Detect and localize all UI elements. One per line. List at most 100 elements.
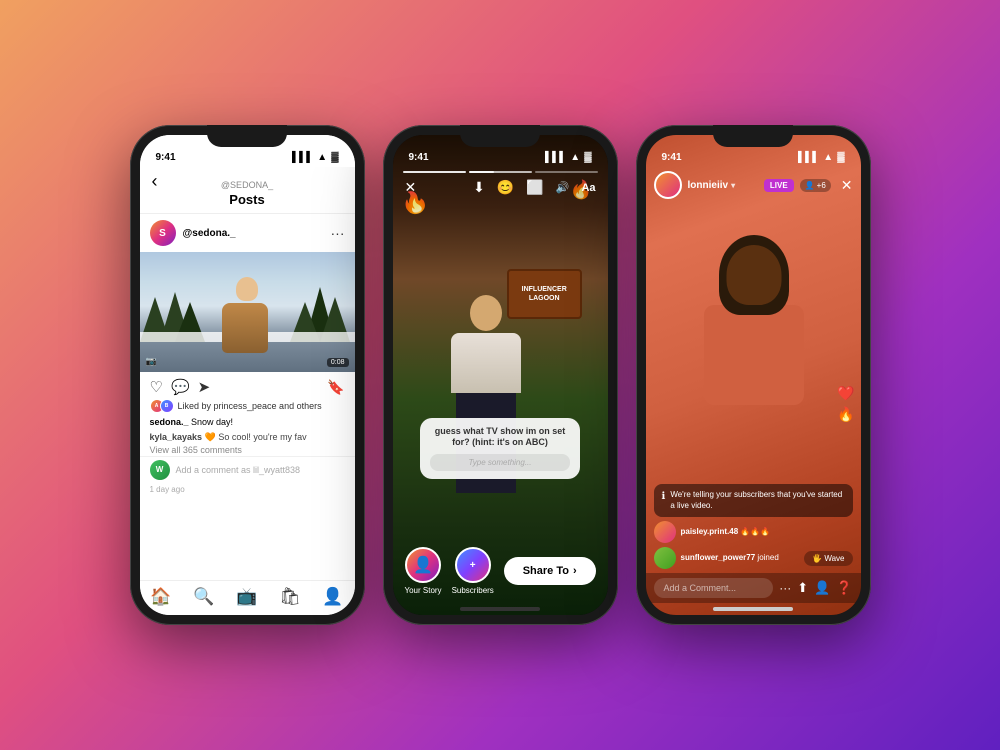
commenter-1-content: paisley.print.48 🔥🔥🔥	[681, 527, 771, 537]
status-icons-3: ▌▌▌ ▲ ▓	[798, 152, 844, 163]
nav-reels[interactable]: 📺	[236, 587, 257, 607]
commenter-1-username: paisley.print.48	[681, 527, 739, 536]
page-title: Posts	[229, 192, 264, 207]
live-comment-1: paisley.print.48 🔥🔥🔥	[654, 521, 853, 543]
live-add-user-icon[interactable]: 👤	[814, 580, 830, 596]
live-video-area: ❤️ 🔥	[646, 203, 861, 484]
story-sound-icon[interactable]: 🔊	[556, 181, 570, 194]
question-input[interactable]: Type something...	[430, 454, 570, 471]
status-icons-1: ▌▌▌ ▲ ▓	[292, 152, 338, 163]
live-help-icon[interactable]: ❓	[836, 580, 852, 596]
story-close-button[interactable]: ✕	[405, 179, 417, 196]
share-button[interactable]: ➤	[198, 378, 211, 396]
live-close-button[interactable]: ✕	[841, 177, 853, 194]
like-button[interactable]: ♡	[150, 378, 163, 396]
question-sticker[interactable]: guess what TV show im on set for? (hint:…	[420, 418, 580, 479]
wave-button[interactable]: 🖐 Wave	[804, 551, 852, 566]
notch-2	[460, 125, 540, 147]
mini-avatar-2: B	[160, 399, 174, 413]
comment-button[interactable]: 💬	[171, 378, 190, 396]
add-comment-input[interactable]: Add a comment as lil_wyatt838	[176, 465, 345, 475]
likes-row: A B Liked by princess_peace and others	[150, 399, 345, 413]
live-comment-input[interactable]: Add a Comment...	[654, 578, 774, 598]
commenter-2-action: joined	[757, 553, 778, 562]
commenter-1-emoji: 🧡	[205, 432, 216, 442]
live-share-icon[interactable]: ⬆	[797, 580, 808, 596]
post-image: 0:08 📷	[140, 252, 355, 372]
live-more-options[interactable]: ···	[779, 581, 791, 595]
share-to-button[interactable]: Share To ›	[504, 557, 596, 585]
commenter-1-avatar	[654, 521, 676, 543]
post-likes: A B Liked by princess_peace and others	[140, 399, 355, 415]
story-sticker-icon[interactable]: ⬜	[526, 179, 543, 196]
view-all-comments[interactable]: View all 365 comments	[140, 444, 355, 456]
caption-username: sedona._	[150, 417, 189, 427]
post-username[interactable]: @sedona._	[183, 228, 324, 239]
nav-profile[interactable]: 👤	[322, 587, 343, 607]
mini-avatars: A B	[150, 399, 174, 413]
post-caption: sedona._ Snow day!	[140, 415, 355, 431]
commenter-1-name: kyla_kayaks	[150, 432, 203, 442]
notice-text: We're telling your subscribers that you'…	[670, 490, 844, 511]
post-options-button[interactable]: ···	[331, 225, 345, 241]
live-comments-feed: paisley.print.48 🔥🔥🔥 sunflower_power77 j…	[646, 521, 861, 573]
live-overlay: 9:41 ▌▌▌ ▲ ▓ lonnieiiv ▾ LIVE 👤 +6	[646, 135, 861, 615]
person-in-video	[222, 277, 272, 352]
share-to-arrow: ›	[573, 565, 577, 577]
live-viewer-count: 👤 +6	[800, 179, 831, 192]
comment-placeholder: Add a Comment...	[664, 583, 737, 593]
battery-3: ▓	[837, 152, 844, 163]
bottom-nav: 🏠 🔍 📺 🛍 👤	[140, 580, 355, 615]
commenter-1-text: So cool! you're my fav	[218, 432, 306, 442]
story-emoji-icon[interactable]: 😊	[497, 179, 514, 196]
story-overlay: 9:41 ▌▌▌ ▲ ▓ ✕ ⬇ 😊 ⬜ 🔊	[393, 135, 608, 615]
camera-icon: 📷	[146, 356, 157, 367]
wifi-2: ▲	[570, 152, 580, 163]
fire-reaction: 🔥	[837, 406, 854, 423]
nav-home[interactable]: 🏠	[150, 587, 171, 607]
wifi-icon-1: ▲	[317, 152, 327, 163]
notch-3	[713, 125, 793, 147]
commenter-2-content: sunflower_power77 joined	[681, 553, 779, 563]
home-indicator-3	[713, 607, 793, 611]
caption-text: Snow day!	[191, 417, 233, 427]
nav-search[interactable]: 🔍	[193, 587, 214, 607]
phone-2-story: 🔥 🔥 INFLUENCERLAGOON 9:41 ▌▌▌ ▲ ▓	[383, 125, 618, 625]
signal-3: ▌▌▌	[798, 152, 819, 163]
your-story-label: Your Story	[405, 586, 442, 595]
story-image-area: guess what TV show im on set for? (hint:…	[393, 202, 608, 539]
post-actions-row: ♡ 💬 ➤ 🔖	[140, 372, 355, 399]
status-time-2: 9:41	[409, 152, 429, 163]
live-host-avatar[interactable]	[654, 171, 682, 199]
battery-icon-1: ▓	[331, 152, 338, 163]
story-bottom-bar: 👤 Your Story + Subscribers Share To ›	[393, 539, 608, 603]
story-text-icon[interactable]: Aa	[581, 182, 595, 194]
header-username: @SEDONA_	[221, 180, 273, 190]
story-toolbar: ✕ ⬇ 😊 ⬜ 🔊 Aa	[393, 173, 608, 202]
username-chevron: ▾	[731, 181, 735, 190]
comment-1: kyla_kayaks 🧡 So cool! you're my fav	[140, 431, 355, 444]
phone-3-live: 9:41 ▌▌▌ ▲ ▓ lonnieiiv ▾ LIVE 👤 +6	[636, 125, 871, 625]
nav-shop[interactable]: 🛍	[279, 587, 301, 607]
add-comment-row: W Add a comment as lil_wyatt838	[140, 456, 355, 483]
phone-3-screen: 9:41 ▌▌▌ ▲ ▓ lonnieiiv ▾ LIVE 👤 +6	[646, 135, 861, 615]
live-badge: LIVE	[764, 179, 794, 192]
story-download-icon[interactable]: ⬇	[473, 179, 485, 196]
bookmark-button[interactable]: 🔖	[327, 379, 344, 396]
phone-1-screen: 9:41 ▌▌▌ ▲ ▓ ‹ @SEDONA_ Posts S @sedona.…	[140, 135, 355, 615]
phone-1-posts: 9:41 ▌▌▌ ▲ ▓ ‹ @SEDONA_ Posts S @sedona.…	[130, 125, 365, 625]
your-story-option[interactable]: 👤 Your Story	[405, 547, 442, 595]
home-indicator-2	[460, 607, 540, 611]
live-username: lonnieiiv ▾	[688, 180, 758, 191]
live-header: lonnieiiv ▾ LIVE 👤 +6 ✕	[646, 167, 861, 203]
back-button[interactable]: ‹	[152, 171, 158, 192]
status-time-3: 9:41	[662, 152, 682, 163]
story-right-icons: ⬇ 😊 ⬜ 🔊 Aa	[473, 179, 595, 196]
phone-2-screen: 🔥 🔥 INFLUENCERLAGOON 9:41 ▌▌▌ ▲ ▓	[393, 135, 608, 615]
post-avatar[interactable]: S	[150, 220, 176, 246]
reactions: ❤️ 🔥	[837, 385, 854, 423]
commenter-2-avatar	[654, 547, 676, 569]
subscribers-option[interactable]: + Subscribers	[452, 547, 494, 595]
battery-2: ▓	[584, 152, 591, 163]
video-duration: 0:08	[327, 358, 349, 367]
